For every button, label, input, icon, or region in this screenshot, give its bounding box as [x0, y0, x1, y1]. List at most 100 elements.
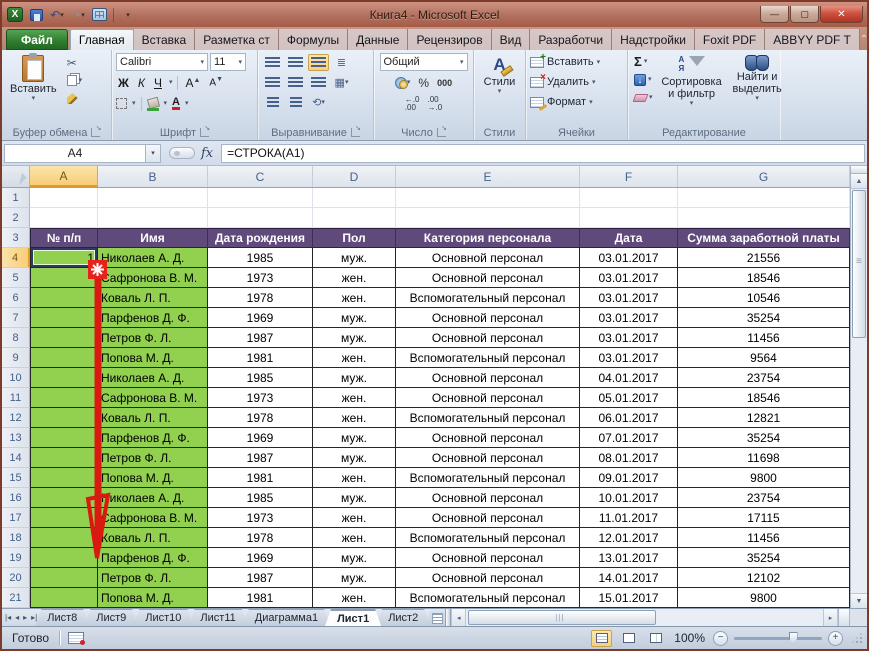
cell-F4[interactable]: 03.01.2017 — [580, 248, 678, 268]
zoom-level[interactable]: 100% — [674, 631, 705, 645]
increase-indent-button[interactable] — [285, 94, 306, 111]
cell-A9[interactable] — [30, 348, 98, 368]
find-select-button[interactable]: Найти и выделить ▾ — [729, 53, 786, 103]
cell-F7[interactable]: 03.01.2017 — [580, 308, 678, 328]
grid-window-icon[interactable] — [90, 7, 108, 23]
scroll-down-icon[interactable]: ▼ — [851, 593, 867, 608]
row-header-20[interactable]: 20 — [2, 568, 30, 588]
cell-G20[interactable]: 12102 — [678, 568, 850, 588]
font-name-select[interactable]: Calibri ▾ — [116, 53, 208, 71]
column-header-B[interactable]: B — [98, 166, 208, 187]
dialog-launcher-icon[interactable] — [91, 124, 101, 137]
cell-F8[interactable]: 03.01.2017 — [580, 328, 678, 348]
dialog-launcher-icon[interactable] — [436, 124, 447, 137]
cell-E14[interactable]: Основной персонал — [396, 448, 580, 468]
cell-G14[interactable]: 11698 — [678, 448, 850, 468]
cell-D17[interactable]: жен. — [313, 508, 396, 528]
sheet-tab-Лист2[interactable]: Лист2 — [376, 609, 430, 626]
next-sheet-icon[interactable]: ▸ — [23, 613, 27, 622]
cell-E8[interactable]: Основной персонал — [396, 328, 580, 348]
cell-C13[interactable]: 1969 — [208, 428, 313, 448]
cell-G9[interactable]: 9564 — [678, 348, 850, 368]
row-header-19[interactable]: 19 — [2, 548, 30, 568]
cell-A16[interactable] — [30, 488, 98, 508]
qat-more-icon[interactable]: ▾ — [119, 7, 137, 23]
paste-button[interactable]: Вставить ▾ — [6, 53, 61, 103]
cell-B5[interactable]: Сафронова В. М. — [98, 268, 208, 288]
page-break-view-button[interactable] — [645, 630, 666, 647]
grow-font-button[interactable]: А▲ — [183, 76, 202, 90]
clear-button[interactable]: ▾ — [632, 90, 655, 105]
row-header-3[interactable]: 3 — [2, 228, 30, 248]
row-header-10[interactable]: 10 — [2, 368, 30, 388]
delete-cells-button[interactable]: Удалить▾ — [530, 72, 596, 91]
cell-D18[interactable]: жен. — [313, 528, 396, 548]
cell-C4[interactable]: 1985 — [208, 248, 313, 268]
font-size-select[interactable]: 11 ▾ — [210, 53, 246, 71]
cell-A15[interactable] — [30, 468, 98, 488]
collapse-ribbon-icon[interactable]: ⌃ — [860, 34, 867, 45]
zoom-slider[interactable] — [734, 631, 822, 644]
cell-C17[interactable]: 1973 — [208, 508, 313, 528]
percent-button[interactable]: % — [418, 76, 429, 90]
column-header-G[interactable]: G — [678, 166, 850, 187]
cell-B10[interactable]: Николаев А. Д. — [98, 368, 208, 388]
cell-G10[interactable]: 23754 — [678, 368, 850, 388]
save-icon[interactable] — [27, 7, 45, 23]
restore-button[interactable]: ▢ — [790, 6, 819, 23]
cell-D13[interactable]: муж. — [313, 428, 396, 448]
cell-D11[interactable]: жен. — [313, 388, 396, 408]
scroll-right-icon[interactable]: ▸ — [823, 609, 838, 626]
cell-B19[interactable]: Парфенов Д. Ф. — [98, 548, 208, 568]
cell-D16[interactable]: муж. — [313, 488, 396, 508]
sheet-tab-Диаграмма1[interactable]: Диаграмма1 — [243, 609, 330, 626]
excel-logo-icon[interactable]: X — [6, 7, 24, 23]
table-header-G[interactable]: Сумма заработной платы — [678, 228, 850, 248]
cell-A17[interactable] — [30, 508, 98, 528]
cell-F15[interactable]: 09.01.2017 — [580, 468, 678, 488]
table-header-B[interactable]: Имя — [98, 228, 208, 248]
cell-B9[interactable]: Попова М. Д. — [98, 348, 208, 368]
cell-F11[interactable]: 05.01.2017 — [580, 388, 678, 408]
scrollbar-mini-splitter[interactable] — [838, 609, 849, 626]
zoom-in-button[interactable]: + — [828, 630, 843, 646]
ribbon-tab-Главная[interactable]: Главная — [69, 29, 134, 50]
sheet-tab-Лист11[interactable]: Лист11 — [188, 609, 247, 626]
file-tab[interactable]: Файл — [6, 29, 68, 50]
cell-E15[interactable]: Вспомогательный персонал — [396, 468, 580, 488]
cell-C18[interactable]: 1978 — [208, 528, 313, 548]
cell-B4[interactable]: Николаев А. Д. — [98, 248, 208, 268]
cell-F9[interactable]: 03.01.2017 — [580, 348, 678, 368]
cell-G2[interactable] — [678, 208, 850, 228]
cell-G16[interactable]: 23754 — [678, 488, 850, 508]
resize-grip[interactable] — [851, 632, 863, 644]
cell-F1[interactable] — [580, 188, 678, 208]
cell-D12[interactable]: жен. — [313, 408, 396, 428]
insert-cells-button[interactable]: Вставить▾ — [530, 52, 600, 71]
cell-G5[interactable]: 18546 — [678, 268, 850, 288]
cell-D15[interactable]: жен. — [313, 468, 396, 488]
cell-D19[interactable]: муж. — [313, 548, 396, 568]
cell-B20[interactable]: Петров Ф. Л. — [98, 568, 208, 588]
ribbon-tab-Данные[interactable]: Данные — [348, 29, 409, 50]
cell-G13[interactable]: 35254 — [678, 428, 850, 448]
ribbon-tab-Вид[interactable]: Вид — [491, 29, 531, 50]
cell-E20[interactable]: Основной персонал — [396, 568, 580, 588]
cell-B18[interactable]: Коваль Л. П. — [98, 528, 208, 548]
decrease-decimal-button[interactable]: .00 →.0 — [428, 95, 443, 112]
cell-A19[interactable] — [30, 548, 98, 568]
cell-C8[interactable]: 1987 — [208, 328, 313, 348]
table-header-F[interactable]: Дата — [580, 228, 678, 248]
cell-D5[interactable]: жен. — [313, 268, 396, 288]
cell-E19[interactable]: Основной персонал — [396, 548, 580, 568]
table-header-C[interactable]: Дата рождения — [208, 228, 313, 248]
row-header-8[interactable]: 8 — [2, 328, 30, 348]
cell-B8[interactable]: Петров Ф. Л. — [98, 328, 208, 348]
cell-F10[interactable]: 04.01.2017 — [580, 368, 678, 388]
cell-C2[interactable] — [208, 208, 313, 228]
cell-A11[interactable] — [30, 388, 98, 408]
fill-color-icon[interactable] — [146, 98, 159, 111]
column-header-A[interactable]: A — [30, 166, 98, 187]
column-header-F[interactable]: F — [580, 166, 678, 187]
thousands-button[interactable]: 000 — [437, 78, 452, 88]
